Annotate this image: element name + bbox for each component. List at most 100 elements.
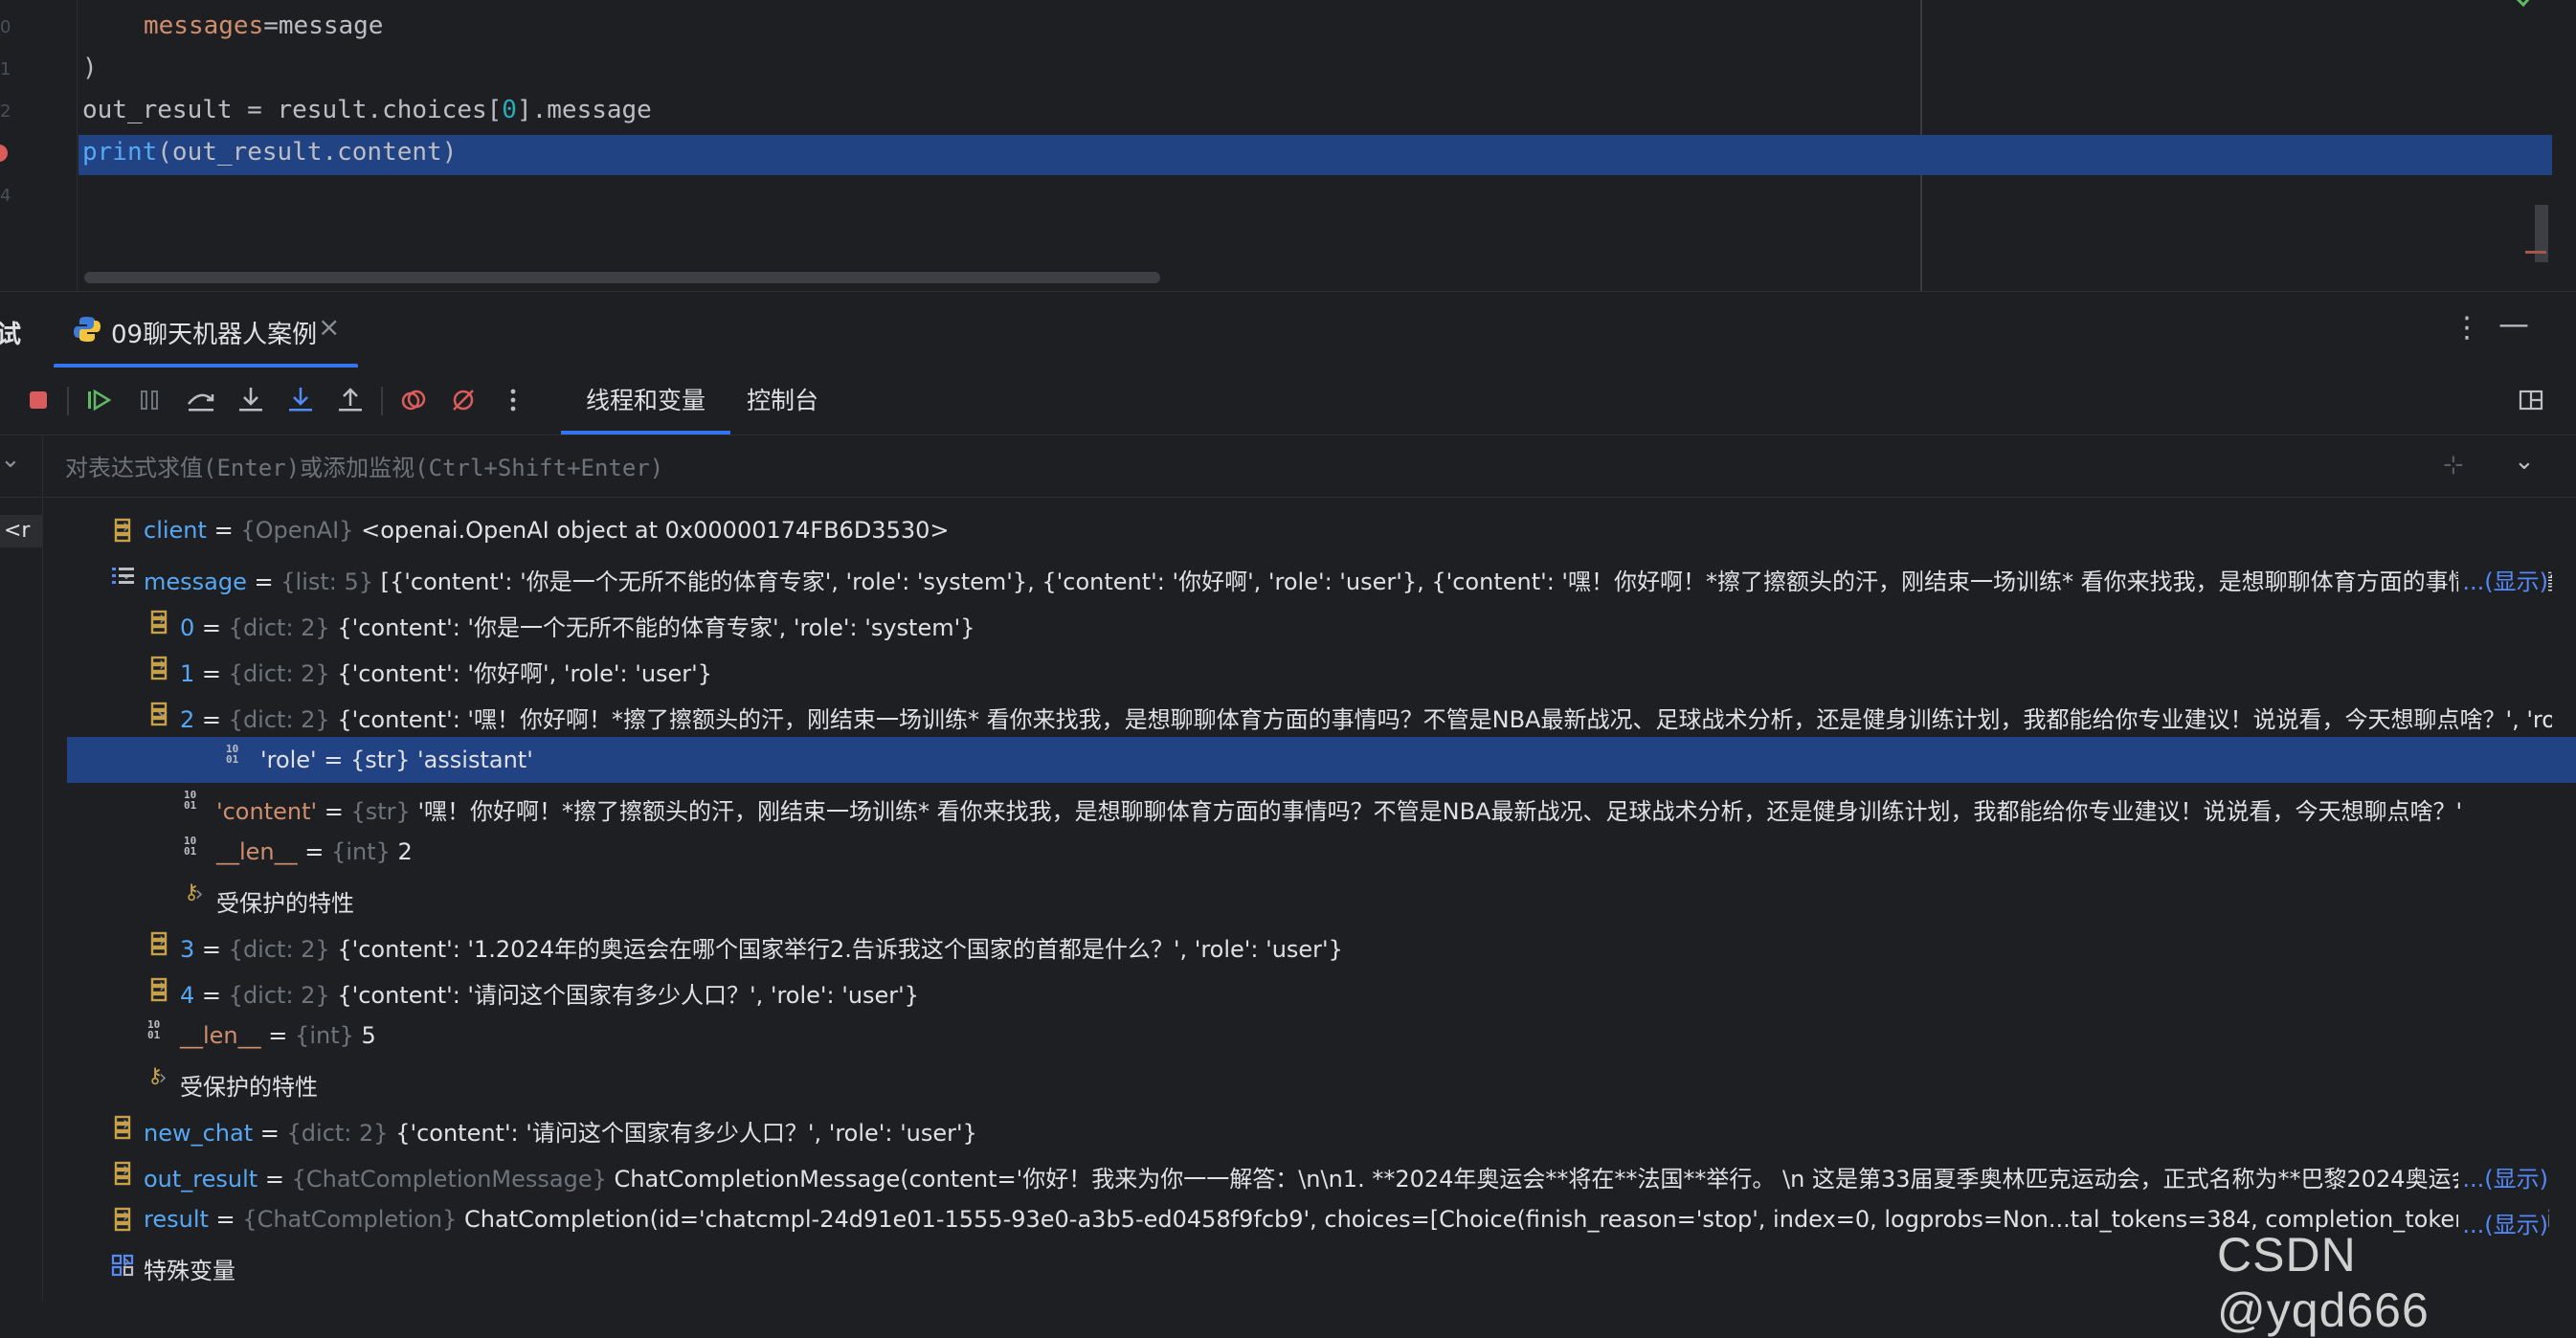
variable-row[interactable]: › out_result = {ChatCompletionMessage} C… bbox=[44, 1150, 2552, 1196]
tab-label: 09聊天机器人案例 bbox=[111, 321, 318, 349]
variable-value: {'content': '请问这个国家有多少人口？', 'role': 'use… bbox=[395, 1120, 977, 1147]
variable-row[interactable]: ⌄ message = {list: 5} [{'content': '你是一个… bbox=[44, 553, 2552, 599]
field-icon bbox=[150, 656, 168, 680]
variable-type: {dict: 2} bbox=[286, 1120, 389, 1147]
evaluate-expression-input[interactable]: 对表达式求值(Enter)或添加监视(Ctrl+Shift+Enter) bbox=[65, 449, 663, 482]
variable-row[interactable]: › client = {OpenAI} <openai.OpenAI objec… bbox=[44, 507, 2552, 553]
breakpoint-icon[interactable] bbox=[0, 145, 8, 162]
key-icon: ⚷ bbox=[184, 881, 200, 904]
field-icon bbox=[150, 702, 168, 726]
variable-value: {'content': '你好啊', 'role': 'user'} bbox=[337, 660, 713, 687]
python-icon bbox=[74, 317, 101, 342]
variable-type: {int} bbox=[331, 838, 391, 865]
show-more-link[interactable]: ...(显示) bbox=[2458, 1160, 2548, 1193]
frames-panel: <r bbox=[0, 498, 43, 1301]
vertical-scrollbar[interactable] bbox=[2535, 205, 2548, 262]
layout-settings-icon[interactable] bbox=[2514, 383, 2548, 417]
variable-row[interactable]: › 0 = {dict: 2} {'content': '你是一个无所不能的体育… bbox=[44, 599, 2552, 645]
code-line-current: print(out_result.content) bbox=[82, 138, 457, 167]
horizontal-scrollbar[interactable] bbox=[84, 272, 1160, 283]
variable-name: 0 bbox=[180, 614, 195, 641]
chevron-down-icon[interactable]: ⌄ bbox=[0, 445, 21, 474]
variable-type: {dict: 2} bbox=[228, 706, 330, 733]
resume-icon[interactable] bbox=[82, 383, 117, 417]
step-out-icon[interactable] bbox=[333, 383, 368, 417]
add-watch-icon[interactable]: ⊹ bbox=[2443, 451, 2464, 479]
variable-row[interactable]: › new_chat = {dict: 2} {'content': '请问这个… bbox=[44, 1104, 2552, 1150]
variable-row[interactable]: 10 01 __len__ = {int} 2 bbox=[44, 829, 2552, 875]
protected-attributes-label: 受保护的特性 bbox=[180, 1074, 318, 1101]
field-icon bbox=[150, 977, 168, 1002]
field-icon bbox=[114, 1207, 131, 1232]
watermark: CSDN @yqd666 bbox=[2217, 1228, 2430, 1337]
variable-row[interactable]: 10 01 'content' = {str} '嘿！你好啊！*擦了擦额头的汗，刚… bbox=[44, 783, 2552, 829]
step-over-icon[interactable] bbox=[184, 383, 218, 417]
more-options-icon[interactable]: ⋮ bbox=[2453, 311, 2481, 345]
variable-type: {dict: 2} bbox=[228, 936, 330, 963]
view-breakpoints-icon[interactable] bbox=[396, 383, 431, 417]
variable-row[interactable]: ⌄ 2 = {dict: 2} {'content': '嘿！你好啊！*擦了擦额… bbox=[44, 691, 2552, 737]
variable-value: {'content': '嘿！你好啊！*擦了擦额头的汗，刚结束一场训练* 看你来… bbox=[337, 706, 2552, 733]
step-into-my-code-icon[interactable] bbox=[283, 383, 318, 417]
show-more-link[interactable]: ...(显示) bbox=[2458, 563, 2548, 596]
variable-name: __len__ bbox=[180, 1022, 261, 1049]
variable-value: = {str} 'assistant' bbox=[324, 747, 533, 773]
close-icon[interactable]: × bbox=[318, 311, 340, 343]
variable-type: {int} bbox=[295, 1022, 354, 1049]
mute-breakpoints-icon[interactable] bbox=[446, 383, 481, 417]
primitive-value-icon: 10 01 bbox=[226, 743, 239, 766]
field-icon bbox=[114, 1115, 131, 1140]
tab-threads-variables[interactable]: 线程和变量 bbox=[560, 368, 731, 435]
chevron-down-icon[interactable]: ⌄ bbox=[2514, 447, 2535, 476]
code-function: print bbox=[82, 138, 158, 167]
field-icon bbox=[150, 610, 168, 635]
variable-name: result bbox=[144, 1206, 209, 1233]
debug-toolbar: 线程和变量 控制台 bbox=[0, 368, 2576, 435]
evaluate-expression-bar: ⌄ 对表达式求值(Enter)或添加监视(Ctrl+Shift+Enter) ⊹… bbox=[0, 435, 2576, 498]
toolbar-separator bbox=[67, 387, 69, 415]
code-param: messages bbox=[144, 11, 264, 40]
code-text: =message bbox=[263, 11, 384, 40]
field-icon bbox=[150, 931, 168, 956]
variable-value: '嘿！你好啊！*擦了擦额头的汗，刚结束一场训练* 看你来找我，是想聊聊体育方面的… bbox=[417, 798, 2463, 825]
rerun-icon[interactable] bbox=[0, 383, 13, 417]
variable-row[interactable]: › 3 = {dict: 2} {'content': '1.2024年的奥运会… bbox=[44, 921, 2552, 967]
more-actions-icon[interactable] bbox=[496, 383, 530, 417]
variables-tree: › client = {OpenAI} <openai.OpenAI objec… bbox=[44, 498, 2576, 1301]
variable-row-selected[interactable]: 10 01 'role' = {str} 'assistant' bbox=[67, 737, 2576, 783]
variable-name: message bbox=[144, 569, 247, 595]
stop-icon[interactable] bbox=[21, 383, 56, 417]
list-icon bbox=[112, 568, 134, 584]
tab-console[interactable]: 控制台 bbox=[747, 368, 818, 435]
code-editor[interactable]: 0 1 2 4 messages=message ) out_result = … bbox=[0, 0, 2576, 291]
code-text: out_result = result.choices[ bbox=[82, 96, 503, 124]
line-number: 0 bbox=[0, 17, 11, 37]
variable-value: [{'content': '你是一个无所不能的体育专家', 'role': 's… bbox=[380, 569, 2552, 595]
variable-row[interactable]: 10 01 __len__ = {int} 5 bbox=[44, 1013, 2552, 1059]
variable-type: {OpenAI} bbox=[240, 517, 354, 544]
variable-row[interactable]: › 1 = {dict: 2} {'content': '你好啊', 'role… bbox=[44, 645, 2552, 691]
variable-type: {dict: 2} bbox=[228, 614, 330, 641]
variable-value: <openai.OpenAI object at 0x00000174FB6D3… bbox=[361, 517, 950, 544]
step-into-icon[interactable] bbox=[234, 383, 268, 417]
gutter-divider bbox=[77, 0, 78, 291]
variable-row[interactable]: › result = {ChatCompletion} ChatCompleti… bbox=[44, 1196, 2552, 1242]
code-text: ].message bbox=[516, 96, 652, 124]
check-icon[interactable] bbox=[2514, 0, 2539, 10]
error-stripe-mark[interactable] bbox=[2525, 251, 2546, 254]
pause-icon[interactable] bbox=[132, 383, 167, 417]
minimize-icon[interactable]: — bbox=[2498, 305, 2529, 342]
debug-panel-title: 试 bbox=[0, 321, 22, 349]
variable-name: __len__ bbox=[216, 838, 298, 865]
variable-value: 5 bbox=[361, 1022, 376, 1049]
special-variables-label: 特殊变量 bbox=[144, 1258, 235, 1284]
field-icon bbox=[114, 518, 131, 543]
debug-tool-window-header: 试 09聊天机器人案例 × ⋮ — bbox=[0, 291, 2576, 368]
variable-row[interactable]: › 4 = {dict: 2} {'content': '请问这个国家有多少人口… bbox=[44, 967, 2552, 1013]
tab-debug-session[interactable]: 09聊天机器人案例 × bbox=[54, 292, 358, 368]
variable-row[interactable]: › ⚷ 受保护的特性 bbox=[44, 1059, 2552, 1104]
variable-row[interactable]: › 特殊变量 bbox=[44, 1242, 2552, 1288]
primitive-value-icon: 10 01 bbox=[147, 1018, 161, 1041]
variable-name: out_result bbox=[144, 1166, 258, 1193]
variable-row[interactable]: › ⚷ 受保护的特性 bbox=[44, 875, 2552, 921]
